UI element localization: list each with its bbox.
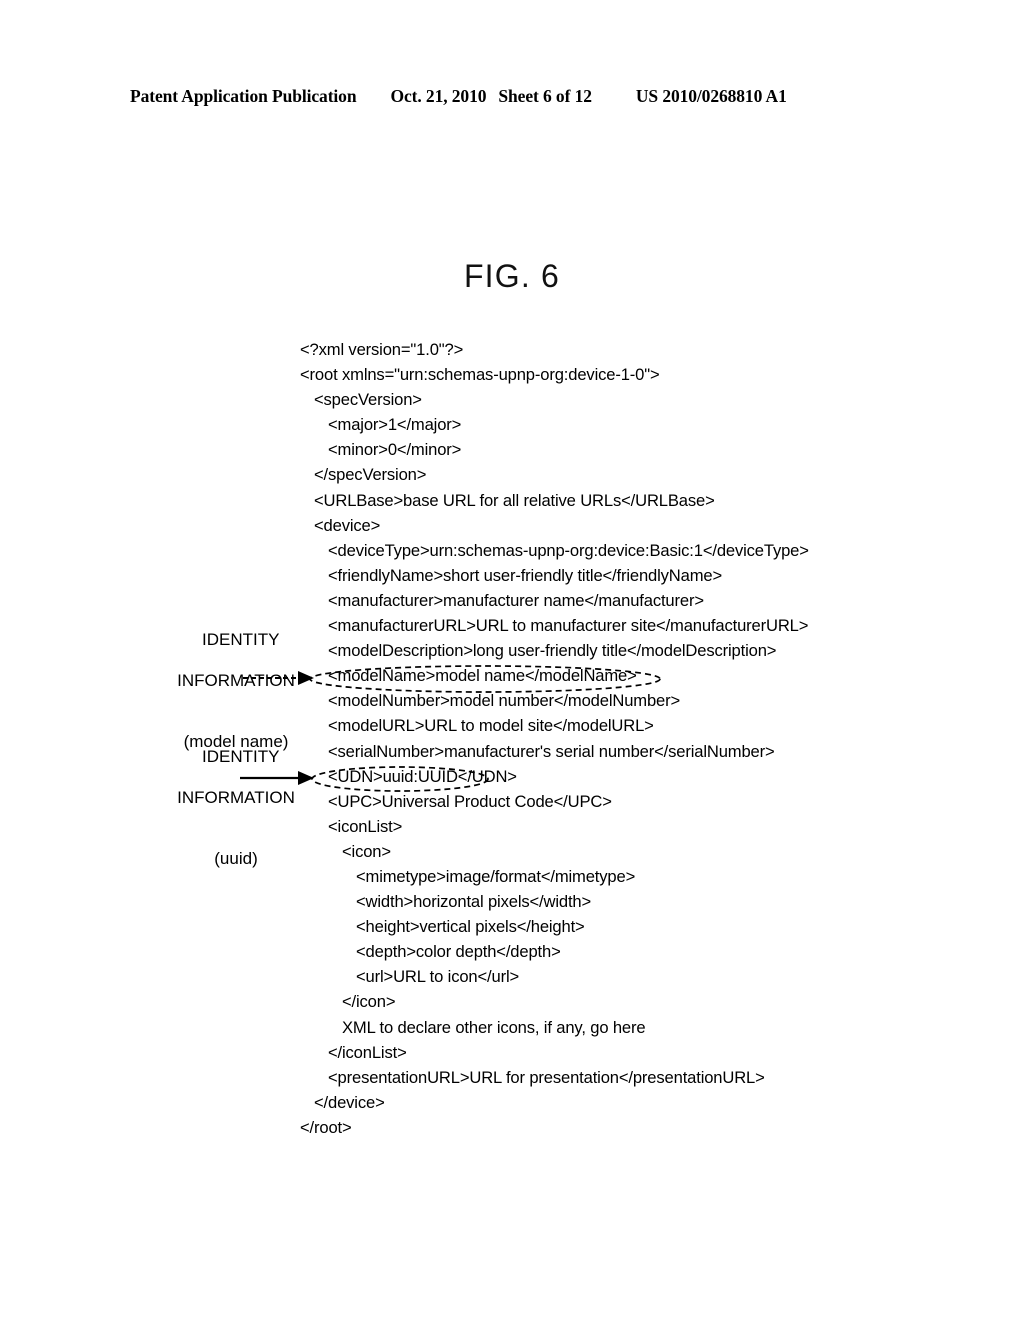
xml-line: XML to declare other icons, if any, go h… [342,1017,646,1037]
xml-line: <icon> [342,841,391,861]
publication-label: Patent Application Publication [130,86,357,106]
xml-line: <minor>0</minor> [328,440,462,460]
xml-line: <modelURL>URL to model site</modelURL> [328,716,654,736]
xml-line: <URLBase>base URL for all relative URLs<… [314,490,715,510]
xml-line: <iconList> [328,816,403,836]
xml-line: <?xml version="1.0"?> [300,340,464,359]
xml-line: <presentationURL>URL for presentation</p… [328,1067,765,1087]
publication-date: Oct. 21, 2010 [390,86,487,106]
xml-line: <serialNumber>manufacturer's serial numb… [328,741,775,761]
xml-line: <modelDescription>long user-friendly tit… [328,641,777,661]
xml-line: <height>vertical pixels</height> [356,917,585,937]
xml-line-annotated: <UDN>uuid:UUID</UDN> [328,766,517,786]
callout-line-1: IDENTITY [202,629,280,649]
xml-line: <device> [314,515,381,535]
xml-line: <depth>color depth</depth> [356,942,561,962]
xml-line: </icon> [342,992,396,1012]
figure-title: FIG. 6 [463,258,561,294]
xml-line: </specVersion> [314,465,427,485]
xml-line: <friendlyName>short user-friendly title<… [328,565,723,585]
sheet-number: Sheet 6 of 12 [498,86,592,106]
xml-line: <manufacturer>manufacturer name</manufac… [328,590,704,610]
xml-line: <root xmlns="urn:schemas-upnp-org:device… [300,365,660,385]
callout-line-1: IDENTITY [202,746,280,766]
xml-line: <width>horizontal pixels</width> [356,892,592,912]
callout-line-2: INFORMATION [177,787,295,807]
xml-line: <specVersion> [314,390,422,410]
xml-line: </iconList> [328,1042,407,1062]
xml-line: </root> [300,1117,352,1137]
patent-page-header: Patent Application Publication Oct. 21, … [130,86,894,107]
xml-code-listing: <?xml version="1.0"?> <root xmlns="urn:sc… [300,337,809,1140]
xml-line: <url>URL to icon</url> [356,967,520,987]
patent-number: US 2010/0268810 A1 [635,86,787,106]
xml-line: <deviceType>urn:schemas-upnp-org:device:… [328,540,809,560]
callout-line-3: (uuid) [214,849,258,868]
xml-line-annotated: <modelName>model name</modelName> [328,666,637,686]
xml-line: <modelNumber>model number</modelNumber> [328,691,681,711]
callout-line-2: INFORMATION [177,670,295,690]
xml-line: <mimetype>image/format</mimetype> [356,866,636,886]
callout-identity-information-uuid: IDENTITY INFORMATION (uuid) [146,726,326,890]
xml-line: </device> [314,1092,385,1112]
xml-line: <major>1</major> [328,415,462,435]
xml-line: <UPC>Universal Product Code</UPC> [328,791,612,811]
xml-line: <manufacturerURL>URL to manufacturer sit… [328,616,809,636]
